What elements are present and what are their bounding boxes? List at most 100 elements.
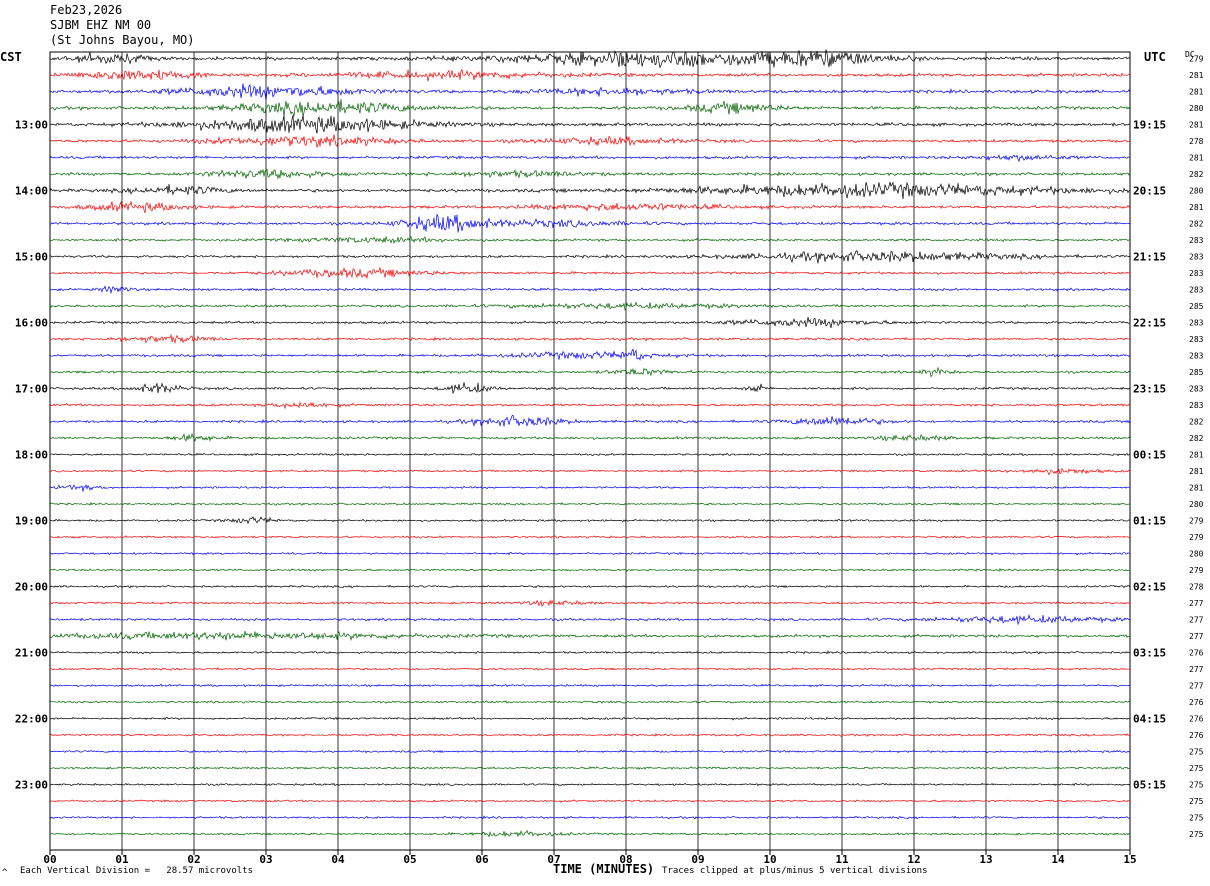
- dc-value: 283: [1189, 385, 1204, 394]
- dc-value: 277: [1189, 616, 1204, 625]
- dc-value: 276: [1189, 698, 1204, 707]
- dc-value: 277: [1189, 599, 1204, 608]
- left-hour-label: 20:00: [15, 581, 48, 594]
- trace-row-19: [49, 366, 1131, 378]
- trace-row-5: [49, 134, 1131, 148]
- trace-row-15: [49, 301, 1131, 311]
- plot-frame: [49, 51, 1131, 851]
- trace-row-31: [49, 567, 1131, 572]
- dc-value: 275: [1189, 748, 1204, 757]
- dc-value: 276: [1189, 731, 1204, 740]
- dc-value: 283: [1189, 269, 1204, 278]
- trace-row-24: [49, 452, 1131, 457]
- x-tick-label-14: 14: [1051, 853, 1065, 866]
- trace-row-18: [49, 348, 1131, 361]
- trace-row-40: [49, 716, 1131, 721]
- left-hour-label: 14:00: [15, 185, 48, 198]
- dc-value: 281: [1189, 203, 1204, 212]
- right-hour-label: 03:15: [1133, 647, 1166, 660]
- dc-value: 283: [1189, 319, 1204, 328]
- trace-row-17: [49, 334, 1131, 345]
- dc-value: 282: [1189, 220, 1204, 229]
- dc-value: 279: [1189, 55, 1204, 64]
- trace-row-13: [49, 266, 1131, 279]
- trace-row-3: [49, 98, 1131, 118]
- dc-value: 280: [1189, 187, 1204, 196]
- trace-row-35: [49, 631, 1131, 642]
- x-tick-label-10: 10: [763, 853, 776, 866]
- dc-value: 275: [1189, 830, 1204, 839]
- x-tick-label-11: 11: [835, 853, 849, 866]
- left-hour-label: 17:00: [15, 383, 48, 396]
- dc-value: 278: [1189, 583, 1204, 592]
- dc-value: 283: [1189, 401, 1204, 410]
- trace-row-21: [49, 401, 1130, 410]
- x-tick-label-12: 12: [907, 853, 920, 866]
- dc-value: 285: [1189, 302, 1204, 311]
- right-hour-label: 23:15: [1133, 383, 1166, 396]
- dc-value: 283: [1189, 236, 1204, 245]
- dc-value: 282: [1189, 418, 1204, 427]
- x-tick-label-13: 13: [979, 853, 992, 866]
- dc-value: 285: [1189, 368, 1204, 377]
- trace-row-2: [49, 83, 1131, 101]
- trace-row-6: [49, 154, 1130, 163]
- left-hour-label: 18:00: [15, 449, 48, 462]
- trace-row-47: [49, 829, 1131, 838]
- dc-value: 276: [1189, 649, 1204, 658]
- trace-row-8: [49, 181, 1131, 200]
- x-tick-label-04: 04: [331, 853, 345, 866]
- right-hour-label: 00:15: [1133, 449, 1166, 462]
- dc-value: 283: [1189, 253, 1204, 262]
- x-tick-label-09: 09: [691, 853, 704, 866]
- dc-value: 279: [1189, 566, 1204, 575]
- corner-mark: ^: [2, 868, 8, 878]
- trace-row-25: [49, 467, 1131, 476]
- trace-row-12: [49, 250, 1131, 264]
- trace-row-38: [49, 683, 1131, 688]
- left-hour-label: 21:00: [15, 647, 48, 660]
- right-hour-label: 20:15: [1133, 185, 1166, 198]
- trace-row-45: [49, 799, 1131, 803]
- x-tick-label-02: 02: [187, 853, 200, 866]
- trace-row-20: [49, 382, 1131, 395]
- trace-row-30: [49, 551, 1131, 556]
- dc-value: 275: [1189, 797, 1204, 806]
- dc-value: 283: [1189, 286, 1204, 295]
- trace-row-32: [49, 584, 1131, 589]
- trace-row-34: [49, 613, 1131, 626]
- dc-value: 281: [1189, 121, 1204, 130]
- trace-row-42: [49, 749, 1131, 754]
- left-hour-label: 19:00: [15, 515, 48, 528]
- trace-row-27: [49, 501, 1130, 506]
- left-hour-label: 22:00: [15, 713, 48, 726]
- trace-row-22: [49, 414, 1131, 427]
- x-tick-label-01: 01: [115, 853, 129, 866]
- right-hour-label: 02:15: [1133, 581, 1166, 594]
- trace-row-26: [49, 484, 1131, 492]
- trace-row-11: [49, 235, 1131, 245]
- right-hour-label: 19:15: [1133, 119, 1166, 132]
- left-hour-label: 23:00: [15, 779, 48, 792]
- dc-value: 279: [1189, 533, 1204, 542]
- trace-row-33: [49, 599, 1130, 607]
- dc-value: 279: [1189, 517, 1204, 526]
- trace-row-28: [49, 516, 1131, 525]
- clip-note: Traces clipped at plus/minus 5 vertical …: [662, 866, 928, 876]
- x-tick-label-03: 03: [259, 853, 272, 866]
- trace-row-9: [49, 200, 1131, 214]
- dc-value: 280: [1189, 550, 1204, 559]
- dc-value: 280: [1189, 104, 1204, 113]
- dc-value: 282: [1189, 434, 1204, 443]
- x-tick-label-00: 00: [43, 853, 56, 866]
- dc-value: 275: [1189, 781, 1204, 790]
- x-axis-title: TIME (MINUTES): [553, 862, 655, 876]
- trace-row-4: [49, 115, 1131, 134]
- dc-value: 282: [1189, 170, 1204, 179]
- right-hour-label: 04:15: [1133, 713, 1166, 726]
- dc-value: 275: [1189, 764, 1204, 773]
- trace-row-29: [49, 535, 1131, 539]
- scale-note: Each Vertical Division = 28.57 microvolt…: [20, 866, 253, 876]
- trace-row-41: [49, 732, 1131, 737]
- trace-row-36: [49, 650, 1131, 655]
